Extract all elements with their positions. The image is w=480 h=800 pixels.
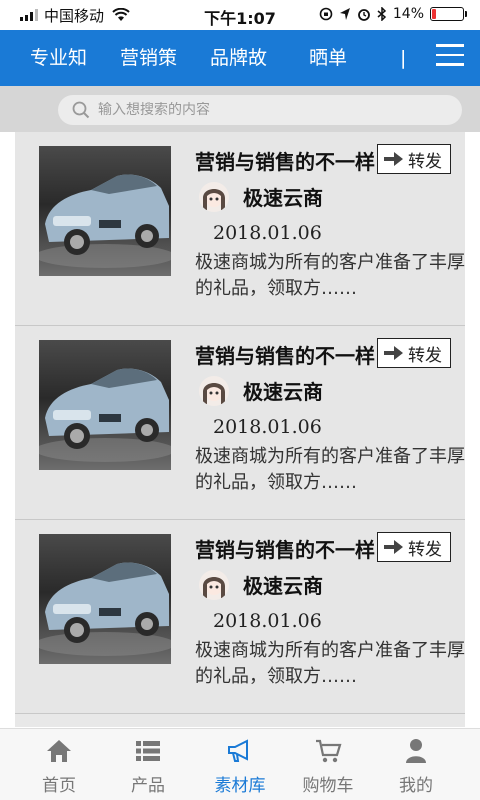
share-arrow-icon	[384, 152, 403, 166]
nav-materials-label: 素材库	[214, 776, 266, 796]
share-label: 转发	[408, 345, 442, 366]
article-card[interactable]: 营销与销售的不一样 转发 极速云商 2018.01.06 极速商城为所有的客户准…	[15, 520, 465, 714]
article-title: 营销与销售的不一样	[195, 150, 375, 174]
share-button[interactable]: 转发	[377, 338, 451, 368]
battery-level	[432, 9, 437, 19]
avatar-image	[203, 577, 225, 598]
nav-profile-label: 我的	[399, 776, 433, 796]
status-right: 14%	[319, 6, 467, 22]
search-bar	[0, 86, 480, 132]
tab-brand-story[interactable]: 品牌故	[210, 30, 267, 86]
article-list: 营销与销售的不一样 转发 极速云商 2018.01.06 极速商城为所有的客户准…	[15, 132, 465, 727]
share-label: 转发	[408, 539, 442, 560]
article-card[interactable]: 营销与销售的不一样 转发 极速云商 2018.01.06 极速商城为所有的客户准…	[15, 132, 465, 326]
avatar-image	[203, 189, 225, 210]
cart-icon	[316, 739, 342, 763]
category-tabs: 专业知 营销策 品牌故 晒单 |	[0, 30, 480, 86]
article-description: 极速商城为所有的客户准备了丰厚的礼品，领取方……	[195, 640, 465, 687]
article-date: 2018.01.06	[213, 610, 322, 632]
share-arrow-icon	[384, 346, 403, 360]
tab-overflow[interactable]: |	[400, 30, 408, 86]
author-name: 极速云商	[243, 574, 323, 598]
status-bar: 中国移动 下午1:07 14%	[0, 0, 480, 30]
orientation-lock-icon	[319, 7, 333, 21]
avatar-image	[203, 383, 225, 404]
car-image	[39, 562, 171, 656]
share-arrow-icon	[384, 540, 403, 554]
article-thumbnail	[39, 146, 171, 276]
tab-marketing-strategy[interactable]: 营销策	[120, 30, 177, 86]
nav-cart[interactable]: 购物车	[280, 729, 376, 800]
author-avatar	[199, 182, 229, 212]
battery-icon	[430, 7, 467, 21]
nav-home[interactable]: 首页	[11, 729, 107, 800]
hamburger-icon	[436, 44, 464, 66]
article-date: 2018.01.06	[213, 222, 322, 244]
article-title: 营销与销售的不一样	[195, 344, 375, 368]
author-name: 极速云商	[243, 186, 323, 210]
car-image	[39, 174, 171, 268]
megaphone-icon	[228, 739, 248, 762]
nav-profile[interactable]: 我的	[368, 729, 464, 800]
nav-products-label: 产品	[131, 776, 165, 796]
list-icon	[136, 741, 160, 761]
alarm-icon	[357, 9, 370, 21]
article-thumbnail	[39, 340, 171, 470]
menu-button[interactable]	[436, 44, 464, 72]
author-avatar	[199, 570, 229, 600]
search-box[interactable]	[58, 95, 462, 125]
article-thumbnail	[39, 534, 171, 664]
share-label: 转发	[408, 151, 442, 172]
nav-home-label: 首页	[42, 776, 76, 796]
article-card[interactable]: 营销与销售的不一样 转发 极速云商 2018.01.06 极速商城为所有的客户准…	[15, 326, 465, 520]
author-avatar	[199, 376, 229, 406]
share-button[interactable]: 转发	[377, 532, 451, 562]
home-icon	[47, 740, 71, 762]
battery-percent: 14%	[392, 6, 424, 22]
article-date: 2018.01.06	[213, 416, 322, 438]
nav-products[interactable]: 产品	[100, 729, 196, 800]
article-description: 极速商城为所有的客户准备了丰厚的礼品，领取方……	[195, 446, 465, 493]
car-image	[39, 368, 171, 462]
tab-show-order[interactable]: 晒单	[309, 30, 347, 86]
bottom-nav: 首页 产品 素材库 购物车 我的	[0, 728, 480, 800]
bluetooth-icon	[377, 7, 386, 21]
nav-cart-label: 购物车	[302, 776, 354, 796]
search-icon	[72, 101, 90, 119]
search-input[interactable]	[98, 102, 398, 118]
author-name: 极速云商	[243, 380, 323, 404]
nav-materials[interactable]: 素材库	[192, 729, 288, 800]
location-icon	[339, 8, 350, 20]
article-description: 极速商城为所有的客户准备了丰厚的礼品，领取方……	[195, 252, 465, 299]
user-icon	[406, 739, 426, 763]
article-title: 营销与销售的不一样	[195, 538, 375, 562]
tab-professional[interactable]: 专业知	[30, 30, 87, 86]
share-button[interactable]: 转发	[377, 144, 451, 174]
